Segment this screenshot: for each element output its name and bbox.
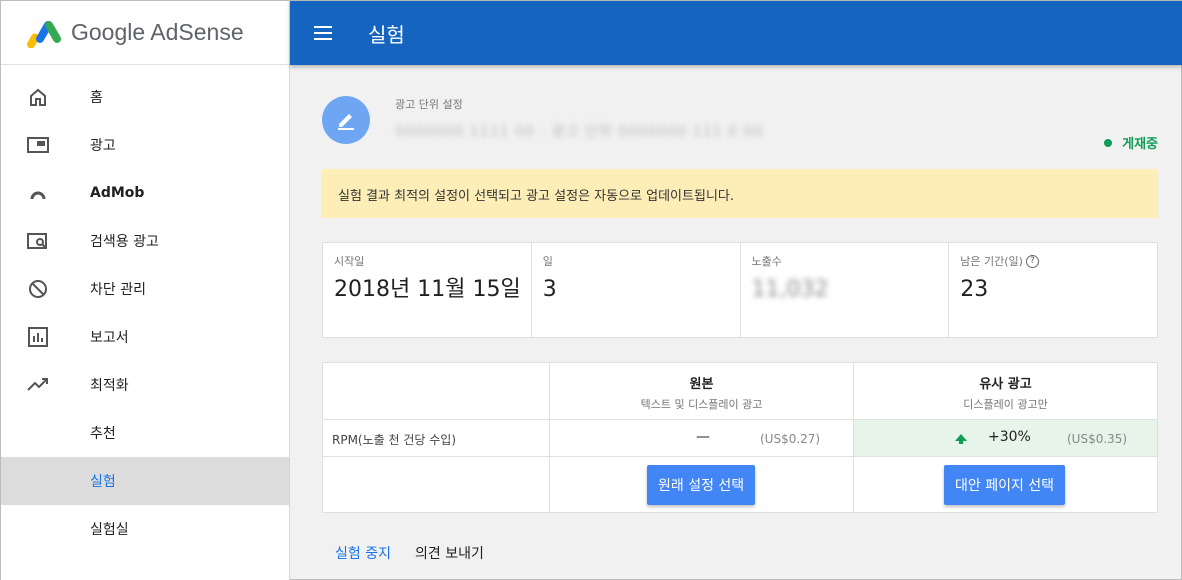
send-feedback-link[interactable]: 의견 보내기 bbox=[415, 543, 484, 563]
status-badge: 게재중 bbox=[1104, 133, 1158, 152]
variant-metric-cell: +30% (US$0.35) bbox=[854, 420, 1157, 456]
stats-panel: 시작일 2018년 11월 15일 일 3 노출수 11,032 남은 기간(일… bbox=[322, 242, 1158, 338]
info-banner: 실험 결과 최적의 설정이 선택되고 광고 설정은 자동으로 업데이트됩니다. bbox=[322, 169, 1158, 218]
stat-days: 일 3 bbox=[532, 243, 741, 337]
status-text: 게재중 bbox=[1122, 137, 1158, 152]
arrow-up-icon bbox=[955, 434, 967, 444]
page-title: 실험 bbox=[368, 23, 405, 47]
admob-icon bbox=[30, 191, 46, 200]
sidebar-item-label: 보고서 bbox=[90, 330, 129, 346]
stat-label: 시작일 bbox=[334, 255, 365, 268]
original-change: — bbox=[696, 429, 710, 445]
sidebar-item-ads[interactable]: 광고 bbox=[1, 121, 289, 169]
sidebar-item-label: 실험실 bbox=[90, 522, 129, 538]
variant-change: +30% bbox=[988, 429, 1031, 445]
ads-icon bbox=[27, 137, 49, 153]
sidebar-item-label: 차단 관리 bbox=[90, 282, 146, 298]
block-icon bbox=[29, 280, 47, 298]
stat-value: 23 bbox=[960, 277, 989, 302]
table-header-row: 원본 텍스트 및 디스플레이 광고 유사 광고 디스플레이 광고만 bbox=[323, 363, 1157, 420]
adsense-logo[interactable]: Google AdSense bbox=[1, 1, 289, 65]
logo-text: Google AdSense bbox=[71, 19, 244, 45]
sidebar-item-admob[interactable]: AdMob bbox=[1, 169, 289, 217]
sidebar-item-experiments[interactable]: 실험 bbox=[1, 457, 289, 505]
sidebar-item-reports[interactable]: 보고서 bbox=[1, 313, 289, 361]
sidebar-item-label: 광고 bbox=[90, 138, 116, 154]
sidebar-item-labs[interactable]: 실험실 bbox=[1, 505, 289, 553]
sidebar-item-label: 최적화 bbox=[90, 378, 129, 394]
stat-value: 3 bbox=[542, 277, 557, 302]
stat-value: 2018년 11월 15일 bbox=[334, 277, 521, 302]
top-app-bar: 실험 bbox=[290, 1, 1182, 65]
main-content: 광고 단위 설정 0000000 1111 00 - 광고 단위 0000000… bbox=[290, 65, 1182, 580]
sidebar-item-home[interactable]: 홈 bbox=[1, 73, 289, 121]
select-original-button[interactable]: 원래 설정 선택 bbox=[647, 465, 756, 505]
stat-impressions: 노출수 11,032 bbox=[741, 243, 950, 337]
sidebar-item-label: 추천 bbox=[90, 426, 116, 442]
sidebar-item-label: 실험 bbox=[90, 474, 116, 490]
sidebar-item-blocking[interactable]: 차단 관리 bbox=[1, 265, 289, 313]
pencil-icon bbox=[338, 114, 354, 130]
stat-label: 일 bbox=[542, 255, 553, 268]
column-variant: 유사 광고 디스플레이 광고만 bbox=[854, 363, 1157, 419]
comparison-table: 원본 텍스트 및 디스플레이 광고 유사 광고 디스플레이 광고만 RPM(노출… bbox=[322, 362, 1158, 513]
sidebar-item-search-ads[interactable]: 검색용 광고 bbox=[1, 217, 289, 265]
stat-label: 남은 기간(일) bbox=[960, 255, 1023, 268]
column-original: 원본 텍스트 및 디스플레이 광고 bbox=[550, 363, 854, 419]
sidebar-item-label: AdMob bbox=[90, 185, 145, 201]
menu-icon[interactable] bbox=[314, 26, 332, 40]
table-actions-row: 원래 설정 선택 대안 페이지 선택 bbox=[323, 457, 1157, 513]
stat-label: 노출수 bbox=[751, 255, 782, 268]
variant-rpm-value: (US$0.35) bbox=[1067, 432, 1128, 446]
adsense-logo-icon bbox=[27, 20, 61, 48]
sidebar-item-label: 홈 bbox=[90, 90, 103, 106]
select-variant-button[interactable]: 대안 페이지 선택 bbox=[944, 465, 1066, 505]
help-icon[interactable]: ? bbox=[1025, 254, 1039, 268]
search-ads-icon bbox=[27, 233, 47, 249]
sidebar-item-label: 검색용 광고 bbox=[90, 234, 159, 250]
sidebar-item-recommendations[interactable]: 추천 bbox=[1, 409, 289, 457]
stat-start-date: 시작일 2018년 11월 15일 bbox=[323, 243, 532, 337]
footer-links: 실험 중지 의견 보내기 bbox=[335, 543, 484, 563]
column-title: 원본 bbox=[689, 377, 714, 392]
status-dot-icon bbox=[1104, 138, 1113, 147]
original-metric-cell: — (US$0.27) bbox=[550, 420, 854, 456]
metric-label: RPM(노출 천 건당 수입) bbox=[323, 420, 550, 456]
column-subtitle: 디스플레이 광고만 bbox=[963, 398, 1048, 411]
stat-value: 11,032 bbox=[751, 277, 829, 302]
sidebar: Google AdSense 홈 광고 AdMob 검색용 광고 차단 관리 보… bbox=[1, 1, 290, 580]
sidebar-nav: 홈 광고 AdMob 검색용 광고 차단 관리 보고서 최적화 추천 실험 실험… bbox=[1, 65, 289, 553]
ad-unit-name: 0000000 1111 00 - 광고 단위 0000000 111 0 00 bbox=[395, 124, 764, 140]
column-subtitle: 텍스트 및 디스플레이 광고 bbox=[640, 398, 763, 411]
home-icon bbox=[30, 88, 46, 106]
stat-days-remaining: 남은 기간(일)? 23 bbox=[949, 243, 1157, 337]
trending-up-icon bbox=[27, 378, 48, 391]
ad-unit-settings-label: 광고 단위 설정 bbox=[395, 98, 463, 111]
column-title: 유사 광고 bbox=[979, 377, 1032, 392]
reports-icon bbox=[28, 327, 48, 347]
sidebar-item-optimization[interactable]: 최적화 bbox=[1, 361, 289, 409]
original-rpm-value: (US$0.27) bbox=[760, 432, 821, 446]
table-row: RPM(노출 천 건당 수입) — (US$0.27) +30% (US$0.3… bbox=[323, 420, 1157, 457]
edit-button[interactable] bbox=[322, 96, 370, 144]
stop-experiment-link[interactable]: 실험 중지 bbox=[335, 543, 391, 563]
